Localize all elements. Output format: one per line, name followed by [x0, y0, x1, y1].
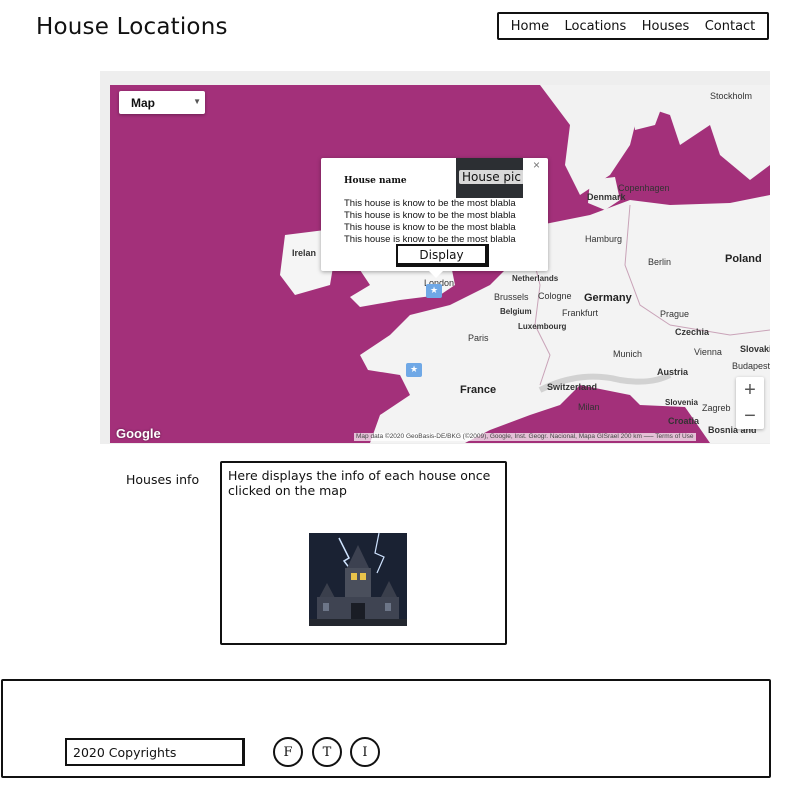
map-label-czechia: Czechia [675, 327, 710, 337]
house-pic-label: House pic [459, 170, 523, 184]
display-button[interactable]: Display [396, 244, 489, 267]
map-label-croatia: Croatia [668, 416, 700, 426]
twitter-button[interactable]: T [312, 737, 342, 767]
zoom-controls: + − [736, 377, 764, 429]
copyright-text: 2020 Copyrights [65, 738, 245, 766]
info-description-line: This house is know to be the most blabla [344, 198, 516, 209]
map-label-berlin: Berlin [648, 257, 672, 267]
main-nav: Home Locations Houses Contact [497, 12, 769, 40]
map-label-stockholm: Stockholm [710, 91, 753, 101]
map-label-munich: Munich [613, 349, 643, 359]
house-image [309, 533, 407, 626]
map-label-vienna: Vienna [694, 347, 722, 357]
chevron-down-icon: ▼ [193, 97, 201, 106]
google-logo: Google [116, 426, 161, 441]
site-title: House Locations [36, 14, 228, 40]
zoom-out-button[interactable]: − [736, 403, 764, 429]
map-label-germany: Germany [584, 292, 632, 304]
nav-contact[interactable]: Contact [705, 19, 756, 34]
info-window: House pic × House name This house is kno… [321, 158, 548, 278]
map-label-netherlands: Netherlands [512, 274, 559, 283]
info-window-tail [428, 270, 444, 278]
map-marker-france[interactable]: ★ [406, 363, 422, 377]
map-label-france: France [460, 384, 497, 396]
zoom-in-button[interactable]: + [736, 377, 764, 403]
footer: 2020 Copyrights F T I [1, 679, 771, 778]
map-label-hamburg: Hamburg [585, 234, 623, 244]
facebook-button[interactable]: F [273, 737, 303, 767]
close-icon[interactable]: × [533, 158, 540, 172]
house-info-text: Here displays the info of each house onc… [228, 468, 491, 498]
map-label-cologne: Cologne [538, 291, 572, 301]
nav-houses[interactable]: Houses [642, 19, 690, 34]
map-type-label: Map [131, 95, 155, 110]
map-label-zagreb: Zagreb [702, 403, 731, 413]
map-label-frankfurt: Frankfurt [562, 308, 599, 318]
nav-locations[interactable]: Locations [565, 19, 627, 34]
map-attribution[interactable]: Map data ©2020 GeoBasis-DE/BKG (©2009), … [354, 433, 696, 441]
info-description-line: This house is know to be the most blabla [344, 210, 516, 221]
map-type-select[interactable]: Map ▼ [119, 91, 205, 114]
map-label-slovakia: Slovaki [740, 344, 770, 354]
map-label-austria: Austria [657, 367, 689, 377]
nav-home[interactable]: Home [511, 19, 549, 34]
star-icon: ★ [409, 365, 419, 375]
map-label-budapest: Budapest [732, 361, 770, 371]
map-label-prague: Prague [660, 309, 690, 319]
map-marker-london[interactable]: ★ [426, 284, 442, 298]
houses-info-label: Houses info [126, 472, 200, 487]
map-label-luxembourg: Luxembourg [518, 322, 567, 331]
map-label-belgium: Belgium [500, 307, 532, 316]
map-label-paris: Paris [468, 333, 489, 343]
instagram-button[interactable]: I [350, 737, 380, 767]
map-label-brussels: Brussels [494, 292, 529, 302]
house-info-panel: Here displays the info of each house onc… [220, 461, 507, 645]
star-icon: ★ [429, 286, 439, 296]
info-description-line: This house is know to be the most blabla [344, 222, 516, 233]
map[interactable]: Stockholm Copenhagen Denmark Hamburg Ber… [110, 85, 770, 443]
house-pic-thumbnail: House pic [456, 158, 523, 198]
map-label-poland: Poland [725, 253, 762, 265]
map-label-denmark: Denmark [587, 192, 626, 202]
map-label-switzerland: Switzerland [547, 382, 598, 392]
map-label-milan: Milan [578, 402, 600, 412]
info-window-title: House name [344, 176, 407, 186]
map-label-ireland: Irelan [292, 248, 317, 258]
map-label-slovenia: Slovenia [665, 398, 698, 407]
